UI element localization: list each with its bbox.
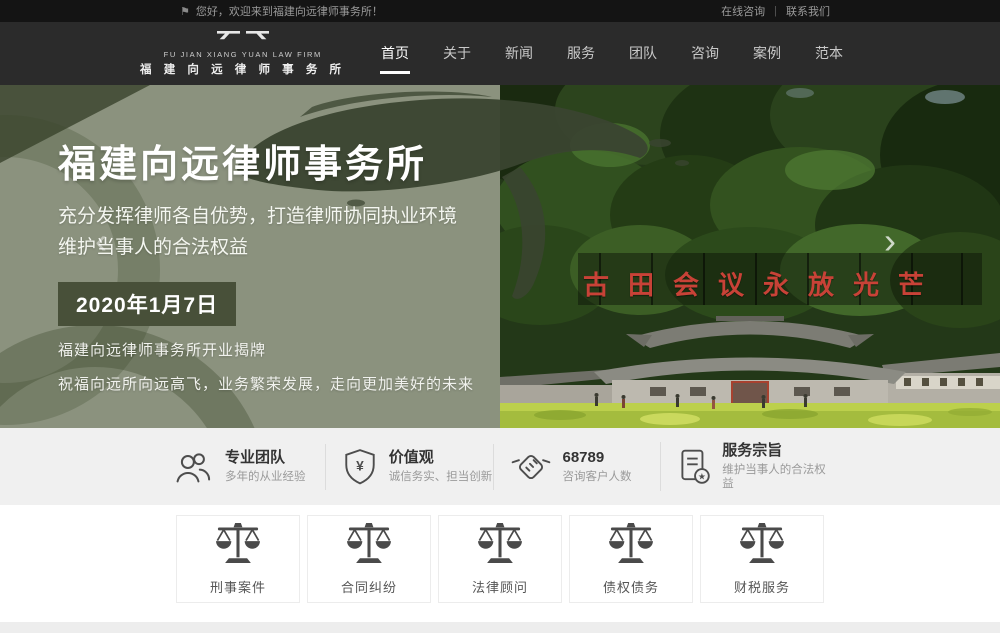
hero-content: 福建向远律师事务所 充分发挥律师各自优势，打造律师协同执业环境 维护当事人的合法… [58, 85, 474, 394]
top-bar: ⚑ 您好，欢迎来到福建向远律师事务所！ 在线咨询 | 联系我们 [0, 0, 1000, 22]
nav-item-services[interactable]: 服务 [550, 22, 612, 85]
news-line-1: 福建向远律师事务所开业揭牌 [58, 339, 474, 360]
service-card-debt[interactable]: 债权债务 [569, 515, 693, 603]
service-card-criminal[interactable]: 刑事案件 [176, 515, 300, 603]
svg-text:★: ★ [698, 471, 706, 481]
nav-item-team[interactable]: 团队 [612, 22, 674, 85]
online-consult-link[interactable]: 在线咨询 [721, 3, 765, 19]
shield-yen-icon: ¥ [342, 448, 378, 486]
feature-desc: 诚信务实、担当创新 [389, 470, 493, 484]
gutian-sign-text: 古田会议永放光芒 [500, 265, 1000, 302]
features-band: 专业团队 多年的从业经验 ¥ 价值观 诚信务实、担当创新 [0, 428, 1000, 505]
service-card-label: 合同纠纷 [341, 577, 397, 596]
services-section: 刑事案件 合同纠纷 [0, 515, 1000, 603]
logo-text-cn: 福 建 向 远 律 师 事 务 所 [140, 61, 346, 77]
header: FU JIAN XIANG YUAN LAW FIRM 福 建 向 远 律 师 … [0, 22, 1000, 85]
nav-item-cases[interactable]: 案例 [736, 22, 798, 85]
topbar-separator: | [774, 5, 777, 17]
flag-icon: ⚑ [180, 5, 190, 18]
people-icon [174, 449, 214, 485]
nav-item-home[interactable]: 首页 [364, 22, 426, 85]
nav-item-news[interactable]: 新闻 [488, 22, 550, 85]
logo-mark-icon [216, 30, 270, 48]
news-date-badge: 2020年1月7日 [58, 282, 236, 326]
service-card-legal-advisor[interactable]: 法律顾问 [438, 515, 562, 603]
nav-item-templates[interactable]: 范本 [798, 22, 860, 85]
handshake-icon [510, 449, 552, 485]
hero-photo: 古田会议永放光芒 [500, 85, 1000, 428]
feature-service-purpose: ★ 服务宗旨 维护当事人的合法权益 [660, 442, 828, 491]
scale-icon [739, 522, 785, 569]
hero-subtitle-line1: 充分发挥律师各自优势，打造律师协同执业环境 [58, 202, 474, 231]
scale-icon [346, 522, 392, 569]
feature-desc: 多年的从业经验 [225, 470, 306, 484]
service-card-label: 刑事案件 [210, 577, 266, 596]
document-star-icon: ★ [677, 448, 711, 486]
nav-item-consult[interactable]: 咨询 [674, 22, 736, 85]
carousel-prev-icon[interactable]: ‹ [95, 223, 107, 259]
feature-professional-team: 专业团队 多年的从业经验 [172, 449, 325, 485]
feature-desc: 咨询客户人数 [563, 470, 632, 484]
service-card-tax[interactable]: 财税服务 [700, 515, 824, 603]
hero-title: 福建向远律师事务所 [58, 133, 474, 188]
scale-icon [608, 522, 654, 569]
carousel-next-icon[interactable]: › [884, 223, 896, 259]
feature-title: 专业团队 [225, 449, 306, 466]
footer-strip [0, 622, 1000, 633]
hero-banner: 古田会议永放光芒 福建向远律师事务所 充分发挥律师各自优势，打造律师协同执业环境… [0, 85, 1000, 428]
feature-values: ¥ 价值观 诚信务实、担当创新 [325, 444, 493, 490]
feature-title: 服务宗旨 [722, 442, 828, 459]
feature-title: 价值观 [389, 449, 493, 466]
feature-desc: 维护当事人的合法权益 [722, 463, 828, 491]
feature-client-count: 68789 咨询客户人数 [493, 444, 661, 490]
svg-text:¥: ¥ [356, 458, 364, 473]
news-line-2: 祝福向远所向远高飞，业务繁荣发展，走向更加美好的未来 [58, 373, 474, 394]
gutian-photo-illustration [500, 85, 1000, 428]
service-card-contract[interactable]: 合同纠纷 [307, 515, 431, 603]
hero-subtitle-line2: 维护当事人的合法权益 [58, 233, 474, 262]
logo[interactable]: FU JIAN XIANG YUAN LAW FIRM 福 建 向 远 律 师 … [140, 30, 346, 77]
service-card-label: 债权债务 [603, 577, 659, 596]
logo-text-en: FU JIAN XIANG YUAN LAW FIRM [164, 50, 322, 59]
main-nav: 首页 关于 新闻 服务 团队 咨询 案例 范本 [364, 22, 860, 85]
nav-item-about[interactable]: 关于 [426, 22, 488, 85]
welcome-text: 您好，欢迎来到福建向远律师事务所！ [196, 3, 383, 19]
service-card-label: 法律顾问 [472, 577, 528, 596]
scale-icon [215, 522, 261, 569]
feature-title: 68789 [563, 449, 632, 466]
scale-icon [477, 522, 523, 569]
service-card-label: 财税服务 [734, 577, 790, 596]
contact-us-link[interactable]: 联系我们 [786, 3, 830, 19]
page: ⚑ 您好，欢迎来到福建向远律师事务所！ 在线咨询 | 联系我们 FU JIAN … [0, 0, 1000, 633]
